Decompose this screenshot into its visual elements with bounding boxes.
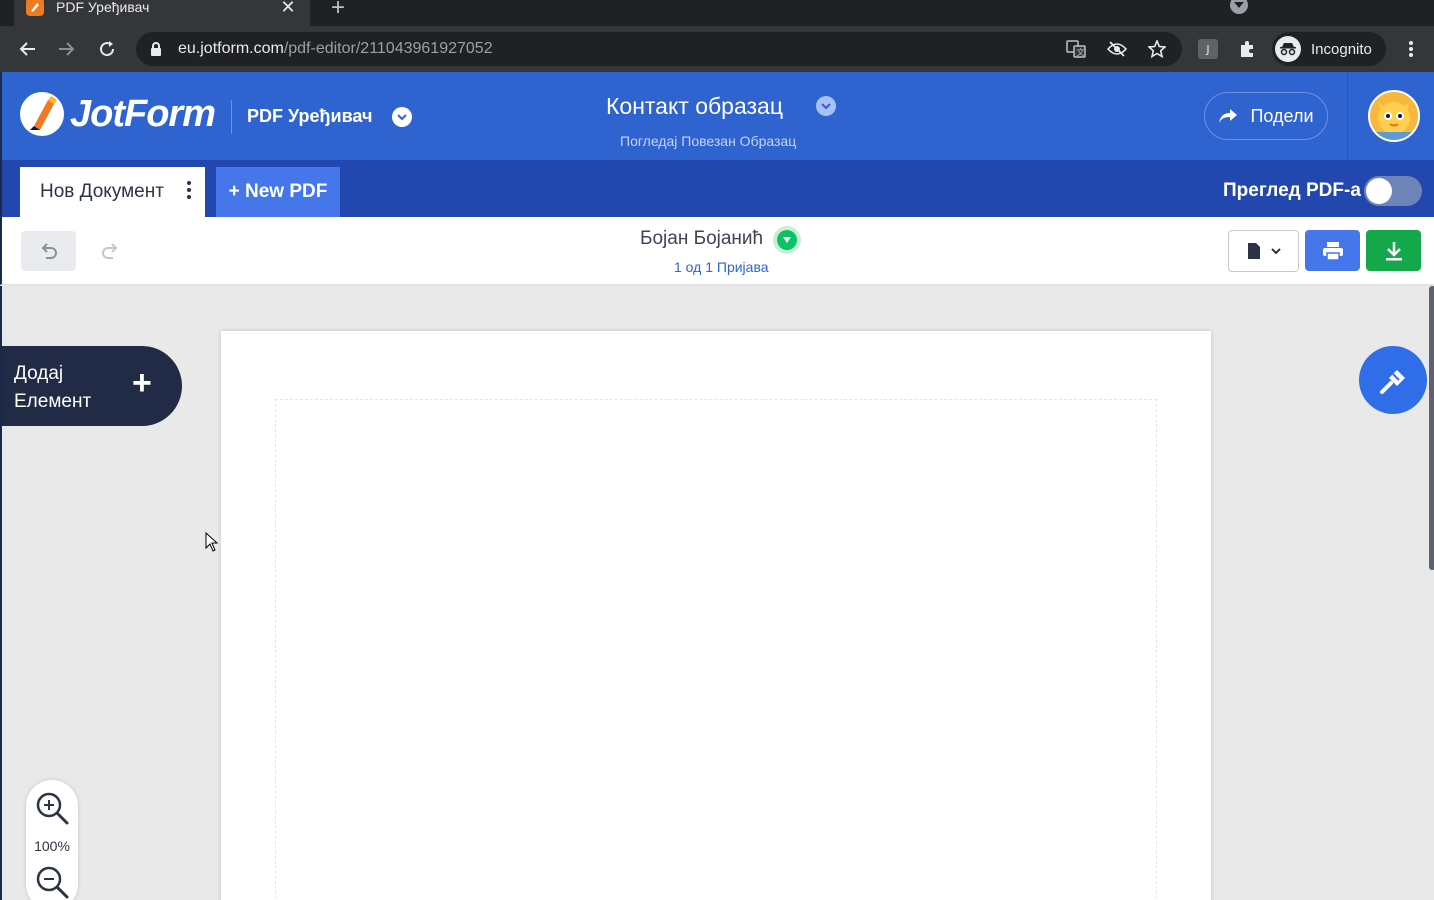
paint-roller-icon [1380, 370, 1405, 394]
url-host: eu.jotform.com [178, 40, 284, 57]
document-settings-button[interactable] [1228, 230, 1299, 272]
document-options-icon[interactable] [187, 181, 191, 199]
new-tab-button[interactable]: + [326, 0, 350, 22]
zoom-controls: 100% [26, 780, 78, 900]
lock-icon [151, 42, 161, 56]
view-linked-form-link[interactable]: Погледај Повезан Образац [620, 133, 796, 149]
undo-button[interactable] [21, 231, 76, 271]
url-text: eu.jotform.com/pdf-editor/21104396192705… [178, 40, 493, 58]
browser-toolbar: eu.jotform.com/pdf-editor/21104396192705… [0, 26, 1434, 72]
page-content-area[interactable] [275, 399, 1157, 900]
add-element-label: Додај Елемент [14, 363, 92, 412]
share-button[interactable]: Подели [1204, 92, 1328, 140]
print-button[interactable] [1305, 230, 1360, 271]
incognito-icon [1275, 36, 1301, 62]
app-header: JotForm PDF Уређивач Контакт образац Пог… [0, 72, 1434, 160]
document-tab-label: Нов Документ [40, 181, 164, 202]
svg-text:文: 文 [1077, 47, 1085, 57]
tab-search-icon[interactable] [1230, 0, 1248, 14]
jotform-logo-icon [20, 92, 64, 136]
redo-button[interactable] [96, 235, 124, 267]
canvas-scrollbar[interactable] [1429, 286, 1434, 570]
url-path: /pdf-editor/211043961927052 [283, 40, 493, 57]
zoom-in-icon[interactable] [34, 790, 70, 826]
product-name[interactable]: PDF Уређивач [247, 106, 372, 127]
share-arrow-icon [1219, 109, 1238, 123]
download-button[interactable] [1366, 230, 1421, 271]
toggle-knob [1366, 178, 1392, 204]
header-divider [231, 100, 232, 134]
header-separator [1347, 72, 1348, 160]
address-bar[interactable]: eu.jotform.com/pdf-editor/21104396192705… [136, 32, 1182, 66]
submission-name[interactable]: Бојан Бојанић [640, 228, 763, 250]
tab-close-icon[interactable]: ✕ [276, 0, 300, 18]
incognito-indicator[interactable]: Incognito [1272, 32, 1386, 66]
product-chevron-down-icon[interactable] [392, 107, 412, 127]
submission-dropdown-icon[interactable] [773, 226, 801, 254]
form-designer-button[interactable] [1359, 346, 1427, 414]
zoom-out-icon[interactable] [34, 864, 70, 900]
bookmark-star-icon[interactable] [1147, 39, 1167, 59]
browser-tab-title: PDF Уређивач [56, 0, 150, 15]
zoom-level: 100% [34, 838, 70, 854]
plus-icon: + [132, 364, 152, 402]
chevron-down-icon [1270, 248, 1281, 254]
tracking-blocked-eye-icon[interactable] [1107, 39, 1127, 59]
jotform-logo[interactable]: JotForm [20, 92, 216, 136]
browser-tab-strip: PDF Уређивач ✕ + [0, 0, 1434, 26]
redo-icon [102, 243, 118, 259]
back-arrow-icon[interactable] [14, 36, 40, 62]
pdf-page[interactable] [221, 331, 1211, 900]
editor-canvas: Додај Елемент + 100% [0, 286, 1434, 900]
reload-icon[interactable] [94, 36, 120, 62]
browser-tab[interactable]: PDF Уређивач ✕ [14, 0, 310, 26]
form-title[interactable]: Контакт образац [606, 93, 783, 120]
editor-action-bar: Бојан Бојанић 1 од 1 Пријава [0, 217, 1434, 285]
translate-icon[interactable]: 文 [1066, 39, 1086, 59]
extensions-puzzle-icon[interactable] [1234, 36, 1260, 62]
jotform-extension-icon[interactable]: J [1195, 36, 1221, 62]
document-tabs-bar: Нов Документ + New PDF Преглед PDF-а [0, 160, 1434, 217]
download-icon [1385, 241, 1402, 260]
jotform-logo-text: JotForm [70, 92, 216, 135]
print-icon [1322, 241, 1343, 261]
jotform-favicon-icon [26, 0, 44, 16]
mouse-cursor-icon [205, 532, 219, 552]
undo-icon [41, 243, 57, 259]
new-pdf-button[interactable]: + New PDF [216, 167, 340, 217]
form-title-chevron-down-icon[interactable] [816, 96, 836, 116]
user-avatar[interactable] [1368, 90, 1420, 142]
incognito-label: Incognito [1311, 40, 1372, 58]
submission-count[interactable]: 1 од 1 Пријава [674, 259, 769, 275]
forward-arrow-icon[interactable] [54, 36, 80, 62]
document-icon [1247, 243, 1260, 259]
pdf-preview-toggle[interactable] [1364, 176, 1422, 206]
add-element-button[interactable]: Додај Елемент + [2, 346, 182, 426]
pdf-preview-label: Преглед PDF-а [1223, 180, 1361, 201]
document-tab[interactable]: Нов Документ [20, 167, 205, 217]
share-button-label: Подели [1250, 105, 1314, 126]
browser-menu-icon[interactable] [1398, 36, 1424, 62]
